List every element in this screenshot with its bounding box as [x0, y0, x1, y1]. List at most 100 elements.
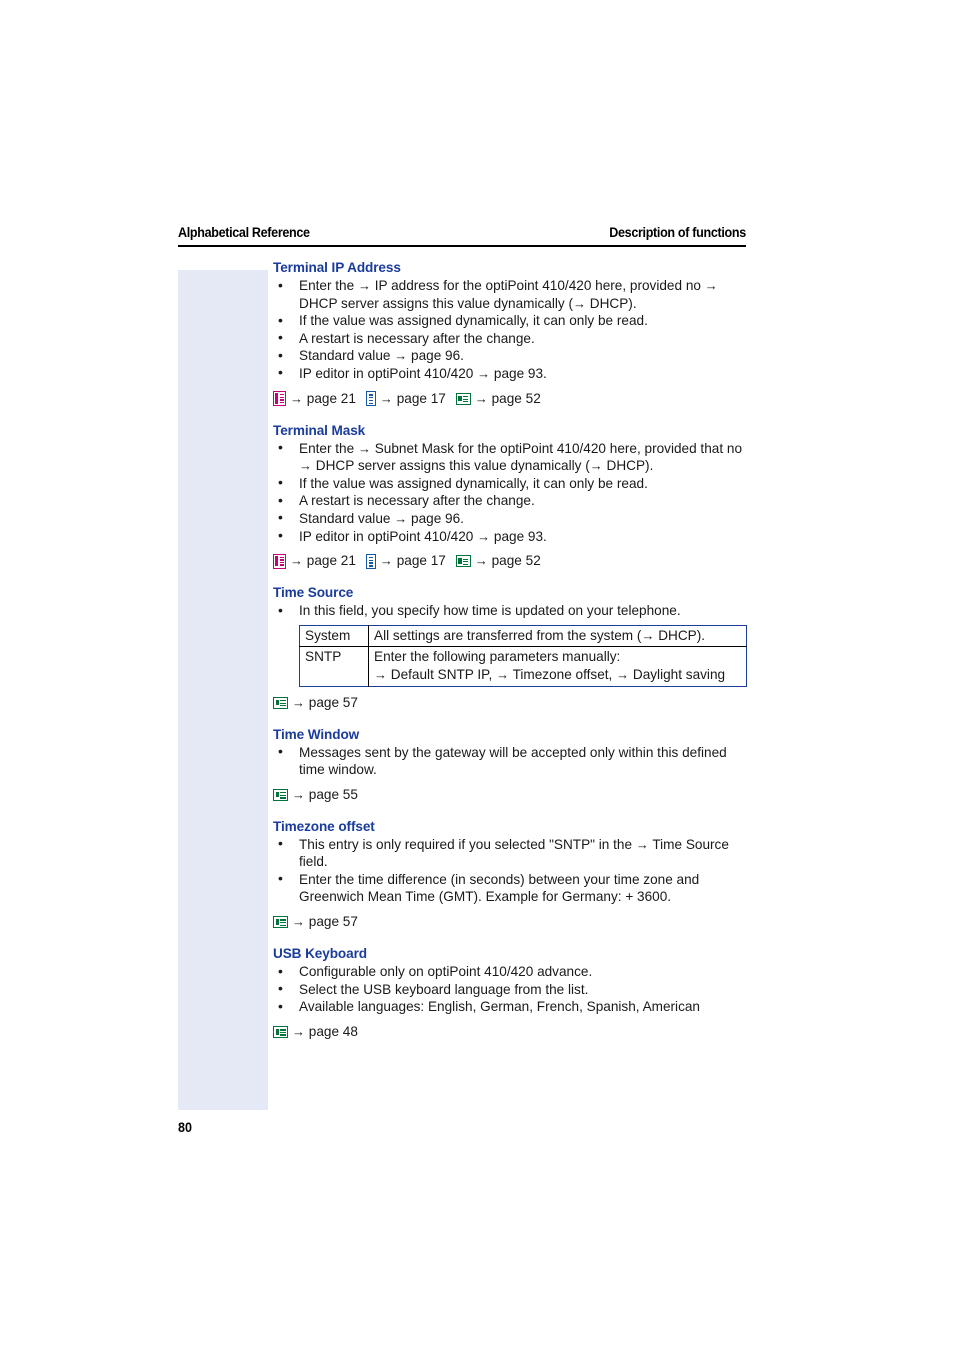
cross-reference-link[interactable]: → page 17	[380, 552, 446, 570]
bullet-list-terminal-ip-address: Enter the → IP address for the optiPoint…	[273, 276, 748, 383]
arrow-glyph: →	[290, 390, 303, 406]
cross-reference-line-time-source: → page 57	[273, 694, 748, 712]
document-line	[368, 562, 374, 564]
bullet-list-usb-keyboard: Configurable only on optiPoint 410/420 a…	[273, 963, 748, 1016]
header-right-title: Description of functions	[609, 225, 746, 240]
web-page-line	[280, 922, 286, 924]
book-line	[279, 559, 284, 561]
bullet-item: Messages sent by the gateway will be acc…	[273, 743, 748, 779]
arrow-glyph: →	[394, 348, 408, 364]
cross-reference-link[interactable]: → page 52	[475, 390, 541, 408]
bullet-list-time-window: Messages sent by the gateway will be acc…	[273, 743, 748, 779]
web-page-line	[280, 1031, 286, 1034]
book-spine	[275, 555, 279, 567]
bullet-item: Available languages: English, German, Fr…	[273, 998, 748, 1016]
section-title-terminal-mask: Terminal Mask	[273, 422, 366, 438]
arrow-glyph: →	[635, 836, 649, 852]
table-cell-key: SNTP	[299, 646, 369, 686]
web-page-icon	[273, 788, 288, 801]
section-title-time-source: Time Source	[273, 585, 354, 601]
section-title-terminal-ip-address: Terminal IP Address	[273, 260, 401, 275]
cross-reference-link[interactable]: → page 48	[292, 1023, 358, 1041]
arrow-glyph: →	[474, 390, 488, 406]
section-title-time-window: Time Window	[273, 726, 360, 742]
cross-reference-link[interactable]: → page 57	[292, 913, 358, 931]
cross-reference-line-terminal-ip-address: → page 21 → page 17 → page 52	[273, 390, 748, 408]
bullet-item: Select the USB keyboard language from th…	[273, 980, 748, 999]
web-page-block	[458, 558, 462, 564]
cross-reference-line-terminal-mask: → page 21 → page 17 → page 52	[273, 552, 748, 570]
arrow-glyph: →	[290, 553, 303, 569]
arrow-glyph: →	[379, 553, 393, 569]
web-page-block	[275, 919, 279, 925]
manual-book-icon	[273, 391, 286, 407]
cross-reference-link[interactable]: → page 52	[475, 552, 541, 570]
table-cell-value: All settings are transferred from the sy…	[368, 625, 747, 648]
web-page-line	[463, 558, 469, 560]
web-page-block	[275, 1029, 279, 1035]
arrow-glyph: →	[379, 390, 393, 406]
cross-reference-link[interactable]: → page 21	[290, 552, 356, 570]
web-page-line	[280, 702, 286, 704]
bullet-item: Standard value → page 96.	[273, 509, 748, 528]
bullet-item: This entry is only required if you selec…	[273, 835, 748, 871]
arrow-glyph: →	[616, 666, 630, 682]
bullet-item: IP editor in optiPoint 410/420 → page 93…	[273, 527, 748, 546]
cross-reference-line-usb-keyboard: → page 48	[273, 1023, 748, 1041]
document-line	[368, 397, 374, 399]
web-page-line	[463, 398, 469, 400]
arrow-glyph: →	[292, 786, 305, 802]
web-page-block	[275, 699, 279, 706]
arrow-glyph: →	[477, 365, 491, 381]
bullet-item: In this field, you specify how time is u…	[273, 602, 748, 620]
arrow-glyph: →	[477, 528, 491, 544]
document-line	[368, 556, 374, 559]
web-page-line	[463, 395, 469, 398]
cross-reference-link[interactable]: → page 21	[290, 390, 356, 408]
document-line	[368, 399, 374, 402]
web-page-icon	[273, 916, 288, 929]
manual-book-icon	[273, 553, 286, 569]
cross-reference-link[interactable]: → page 57	[292, 694, 358, 712]
arrow-glyph: →	[357, 440, 371, 456]
cross-reference-link[interactable]: → page 55	[292, 786, 358, 804]
bullet-item: If the value was assigned dynamically, i…	[273, 312, 748, 330]
table-row: System All settings are transferred from …	[299, 625, 747, 648]
web-page-line	[280, 797, 286, 799]
bullet-list-time-source: In this field, you specify how time is u…	[273, 602, 748, 620]
document-page: Alphabetical Reference Description of fu…	[0, 0, 954, 1351]
book-line	[279, 394, 284, 396]
book-spine	[275, 393, 279, 404]
document-icon	[365, 553, 376, 569]
table-cell-value: Enter the following parameters manually:…	[368, 646, 747, 686]
section-title-usb-keyboard: USB Keyboard	[273, 946, 367, 962]
web-page-line	[463, 401, 469, 403]
cross-reference-line-time-window: → page 55	[273, 786, 748, 804]
arrow-glyph: →	[357, 278, 371, 293]
bullet-item: A restart is necessary after the change.	[273, 329, 748, 348]
web-page-block	[275, 791, 279, 798]
book-line	[279, 564, 284, 566]
arrow-glyph: →	[292, 694, 305, 710]
book-line	[279, 556, 284, 558]
cross-reference-link[interactable]: → page 17	[380, 390, 446, 408]
arrow-glyph: →	[573, 295, 586, 311]
bullet-item: A restart is necessary after the change.	[273, 492, 748, 510]
arrow-glyph: →	[474, 553, 488, 569]
options-table-time-source: System All settings are transferred from …	[299, 624, 747, 687]
document-line	[368, 402, 374, 405]
main-content-column: Terminal IP AddressEnter the → IP addres…	[273, 260, 748, 1041]
bullet-list-terminal-mask: Enter the → Subnet Mask for the optiPoin…	[273, 439, 748, 546]
document-line	[368, 565, 374, 567]
table-row: SNTP Enter the following parameters manua…	[299, 646, 747, 686]
web-page-icon	[455, 555, 471, 568]
